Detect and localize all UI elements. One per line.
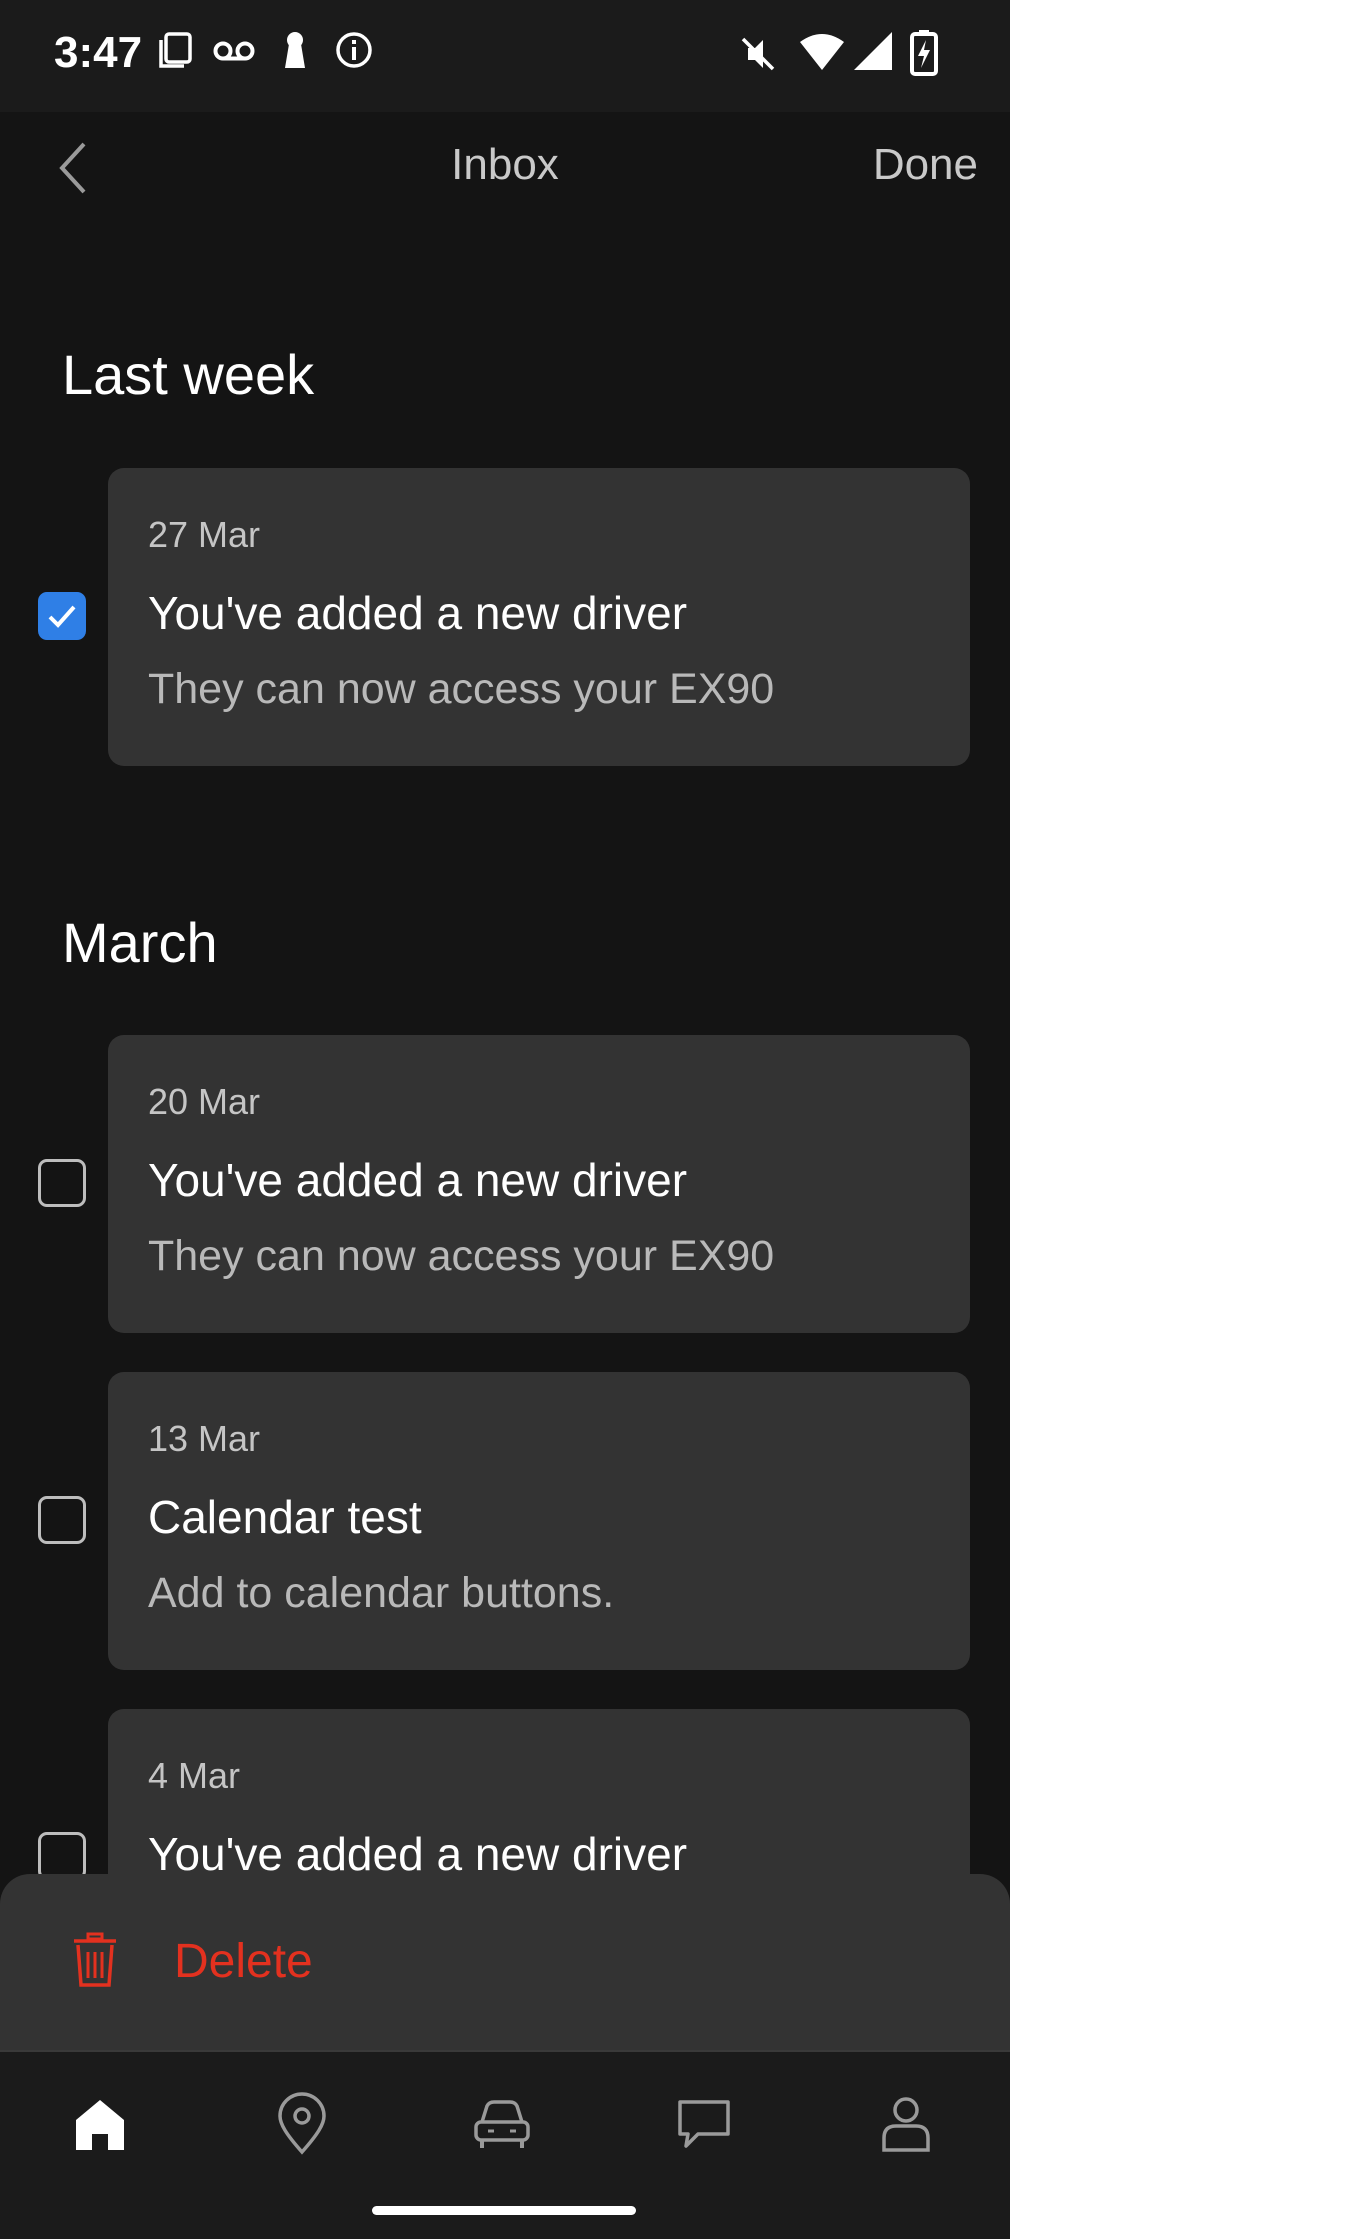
battery-charging-icon [910,30,938,76]
message-title: Calendar test [148,1491,422,1543]
item-checkbox-checked[interactable] [38,592,86,640]
message-body: Add to calendar buttons. [148,1569,615,1617]
app-screen: 3:47 Inbox Done Last week 27 Mar You've … [0,0,1010,2239]
message-title: You've added a new driver [148,587,688,639]
delete-button[interactable]: Delete [174,1934,313,1989]
message-card[interactable]: 20 Mar You've added a new driver They ca… [108,1035,970,1333]
home-indicator [372,2206,636,2215]
section-title-last-week: Last week [62,343,315,406]
page-title: Inbox [451,140,559,189]
info-icon [336,32,372,68]
message-title: You've added a new driver [148,1154,688,1206]
chat-icon[interactable] [674,2092,734,2156]
message-date: 27 Mar [148,514,261,555]
location-pin-icon[interactable] [272,2092,332,2156]
done-button[interactable]: Done [873,140,978,190]
message-card[interactable]: 27 Mar You've added a new driver They ca… [108,468,970,766]
mute-icon [741,37,775,71]
screenshot-icon [159,32,192,68]
message-date: 20 Mar [148,1081,261,1122]
profile-icon[interactable] [876,2092,936,2156]
message-title: You've added a new driver [148,1828,688,1880]
car-icon[interactable] [472,2092,532,2156]
delete-action-sheet: Delete [0,1874,1010,2050]
message-body: They can now access your EX90 [148,665,775,713]
home-icon[interactable] [70,2092,130,2156]
message-date: 4 Mar [148,1755,241,1796]
signal-icon [854,32,892,70]
message-card[interactable]: 13 Mar Calendar test Add to calendar but… [108,1372,970,1670]
item-checkbox[interactable] [38,1832,86,1880]
nav-bar: Inbox Done [0,112,1010,222]
item-checkbox[interactable] [38,1496,86,1544]
status-time: 3:47 [54,28,143,77]
message-date: 13 Mar [148,1418,261,1459]
message-body: They can now access your EX90 [148,1232,775,1280]
voicemail-icon [213,41,255,61]
keyhole-icon [285,32,305,68]
checkmark-icon [48,605,76,628]
item-checkbox[interactable] [38,1159,86,1207]
section-title-march: March [62,911,218,974]
trash-icon[interactable] [72,1932,118,1988]
wifi-icon [800,34,844,70]
status-bar: 3:47 [0,0,1010,112]
